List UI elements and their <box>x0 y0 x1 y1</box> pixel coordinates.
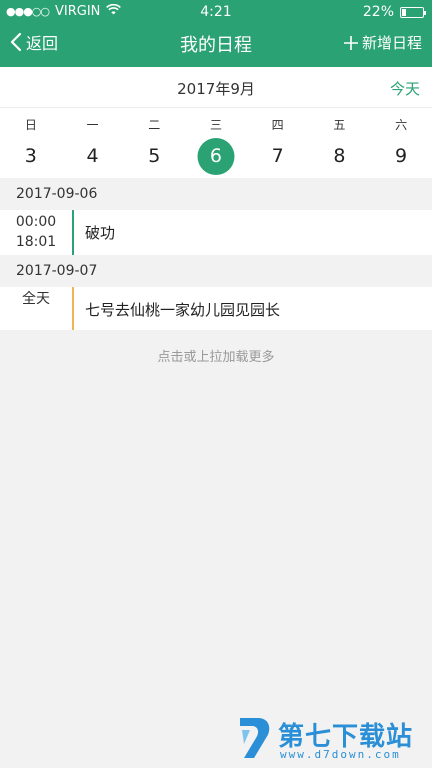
event-color-bar <box>72 287 74 330</box>
battery-icon <box>400 6 426 18</box>
event-title: 七号去仙桃一家幼儿园见园长 <box>85 301 281 319</box>
date-number: 3 <box>24 145 37 167</box>
section-date-header: 2017-09-06 <box>0 178 432 210</box>
load-more-button[interactable]: 点击或上拉加载更多 <box>0 346 432 365</box>
weekday-row: 日 一 二 三 四 五 六 <box>0 116 432 132</box>
header: ●●●○○ VIRGIN 4:21 22% 返回 我的日程 新增日程 <box>0 0 432 67</box>
plus-icon <box>343 35 358 50</box>
date-cell[interactable]: 9 <box>370 138 432 174</box>
date-cell[interactable]: 3 <box>0 138 62 174</box>
section-date-header: 2017-09-07 <box>0 255 432 287</box>
event-color-bar <box>72 210 74 255</box>
weekday-fri: 五 <box>333 118 346 132</box>
d7down-logo-icon <box>240 718 270 758</box>
watermark: 第七下载站 www.d7down.com <box>236 714 428 764</box>
date-number: 9 <box>395 145 408 167</box>
date-row: 3 4 5 6 7 8 9 <box>0 138 432 175</box>
date-cell[interactable]: 6 <box>185 138 247 175</box>
status-right: 22% <box>362 4 426 20</box>
watermark-url: www.d7down.com <box>280 748 401 761</box>
today-button[interactable]: 今天 <box>390 78 420 99</box>
weekday-tue: 二 <box>148 118 161 132</box>
date-number: 7 <box>271 145 284 167</box>
add-schedule-button[interactable]: 新增日程 <box>343 32 422 53</box>
date-cell[interactable]: 8 <box>309 138 371 174</box>
weekday-sat: 六 <box>395 118 408 132</box>
chevron-left-icon <box>10 32 22 52</box>
weekday-mon: 一 <box>86 118 99 132</box>
date-cell[interactable]: 4 <box>62 138 124 174</box>
date-number: 4 <box>86 145 99 167</box>
date-cell[interactable]: 5 <box>123 138 185 174</box>
event-time-start: 全天 <box>22 291 50 307</box>
month-bar: 2017年9月 今天 <box>0 67 432 108</box>
event-time-start: 00:00 <box>15 214 57 230</box>
date-cell[interactable]: 7 <box>247 138 309 174</box>
month-label[interactable]: 2017年9月 <box>0 78 432 99</box>
back-label: 返回 <box>26 34 59 53</box>
event-time-end: 18:01 <box>15 234 57 250</box>
schedule-item[interactable]: 全天 七号去仙桃一家幼儿园见园长 <box>0 287 432 330</box>
status-bar: ●●●○○ VIRGIN 4:21 22% <box>0 0 432 24</box>
date-number: 8 <box>333 145 346 167</box>
back-button[interactable]: 返回 <box>10 30 58 54</box>
weekday-wed: 三 <box>209 118 222 132</box>
schedule-item[interactable]: 00:00 18:01 破功 <box>0 210 432 255</box>
battery-percent: 22% <box>362 4 394 20</box>
battery-fill <box>402 8 407 16</box>
date-number: 6 <box>209 145 222 167</box>
event-title: 破功 <box>85 224 116 242</box>
nav-bar: 返回 我的日程 新增日程 <box>0 24 432 67</box>
date-number: 5 <box>148 145 161 167</box>
weekday-sun: 日 <box>24 118 37 132</box>
add-schedule-label: 新增日程 <box>361 34 422 52</box>
weekday-thu: 四 <box>271 118 284 132</box>
week-strip: 日 一 二 三 四 五 六 3 4 5 6 7 8 9 <box>0 108 432 178</box>
